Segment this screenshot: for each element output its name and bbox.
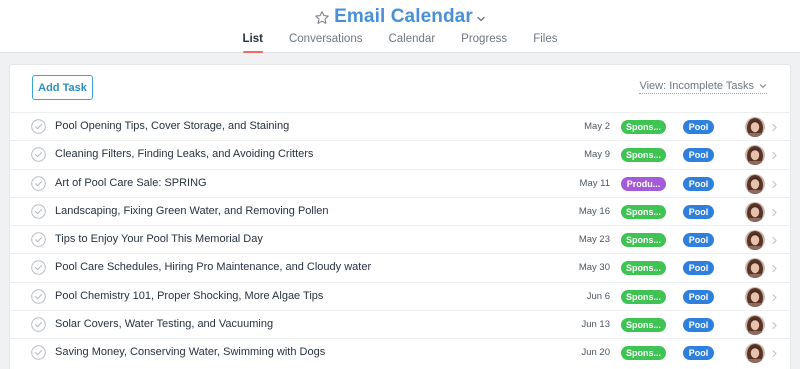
task-name[interactable]: Art of Pool Care Sale: SPRING xyxy=(55,177,207,189)
type-tag[interactable]: Spons... xyxy=(621,346,666,361)
type-tag[interactable]: Spons... xyxy=(621,261,666,276)
tab-calendar[interactable]: Calendar xyxy=(388,33,435,53)
chevron-right-icon[interactable] xyxy=(771,264,778,273)
tab-progress[interactable]: Progress xyxy=(461,33,507,53)
task-due-date[interactable]: Jun 20 xyxy=(581,347,610,358)
chevron-right-icon[interactable] xyxy=(771,349,778,358)
task-row[interactable]: Saving Money, Conserving Water, Swimming… xyxy=(10,338,790,366)
chevron-right-icon[interactable] xyxy=(771,293,778,302)
project-tag[interactable]: Pool xyxy=(683,289,714,304)
chevron-right-icon[interactable] xyxy=(771,236,778,245)
task-due-date[interactable]: Jun 6 xyxy=(587,291,610,302)
tab-files[interactable]: Files xyxy=(533,33,557,53)
task-due-date[interactable]: May 11 xyxy=(580,178,610,189)
project-tag[interactable]: Pool xyxy=(683,346,714,361)
task-name[interactable]: Tips to Enjoy Your Pool This Memorial Da… xyxy=(55,233,263,245)
task-row[interactable]: Pool Chemistry 101, Proper Shocking, Mor… xyxy=(10,281,790,310)
task-row[interactable]: Art of Pool Care Sale: SPRING May 11 Produ… xyxy=(10,168,790,197)
checkmark-circle-icon[interactable] xyxy=(31,204,46,219)
task-due-date[interactable]: Jun 13 xyxy=(581,319,610,330)
task-due-date[interactable]: May 9 xyxy=(584,149,610,160)
project-tag[interactable]: Pool xyxy=(683,204,714,219)
project-tag[interactable]: Pool xyxy=(683,176,714,191)
project-title[interactable]: Email Calendar xyxy=(334,6,473,28)
checkmark-circle-icon[interactable] xyxy=(31,232,46,247)
avatar[interactable] xyxy=(745,173,765,194)
type-tag[interactable]: Spons... xyxy=(621,148,666,163)
task-name[interactable]: Landscaping, Fixing Green Water, and Rem… xyxy=(55,205,329,217)
task-name[interactable]: Pool Opening Tips, Cover Storage, and St… xyxy=(55,120,289,132)
project-title-row: Email Calendar xyxy=(0,4,800,30)
project-tabs: List Conversations Calendar Progress Files xyxy=(0,33,800,53)
task-row[interactable]: Solar Covers, Water Testing, and Vacuumi… xyxy=(10,310,790,338)
task-row[interactable]: Tips to Enjoy Your Pool This Memorial Da… xyxy=(10,225,790,253)
checkmark-circle-icon[interactable] xyxy=(31,345,46,361)
type-tag[interactable]: Spons... xyxy=(621,120,666,134)
avatar[interactable] xyxy=(745,145,765,166)
task-name[interactable]: Solar Covers, Water Testing, and Vacuumi… xyxy=(55,318,273,330)
checkmark-circle-icon[interactable] xyxy=(31,288,46,304)
add-task-button[interactable]: Add Task xyxy=(32,75,93,100)
checkmark-circle-icon[interactable] xyxy=(31,147,46,163)
view-filter-label: View: Incomplete Tasks xyxy=(639,80,754,92)
type-tag[interactable]: Spons... xyxy=(621,318,666,333)
checkmark-circle-icon[interactable] xyxy=(31,260,46,276)
task-row[interactable]: Pool Care Schedules, Hiring Pro Maintena… xyxy=(10,253,790,281)
task-due-date[interactable]: May 16 xyxy=(579,206,610,217)
task-name[interactable]: Pool Chemistry 101, Proper Shocking, Mor… xyxy=(55,290,323,302)
chevron-right-icon[interactable] xyxy=(771,208,778,217)
type-tag[interactable]: Spons... xyxy=(621,233,666,248)
chevron-down-icon[interactable] xyxy=(476,14,486,24)
task-name[interactable]: Saving Money, Conserving Water, Swimming… xyxy=(55,346,325,358)
chevron-right-icon[interactable] xyxy=(771,180,778,189)
task-list-panel: Add Task View: Incomplete Tasks Pool Ope… xyxy=(9,64,791,369)
task-row[interactable]: Landscaping, Fixing Green Water, and Rem… xyxy=(10,196,790,225)
task-due-date[interactable]: May 30 xyxy=(579,262,610,273)
task-name[interactable]: Cleaning Filters, Finding Leaks, and Avo… xyxy=(55,148,313,160)
tab-conversations[interactable]: Conversations xyxy=(289,33,363,53)
chevron-right-icon[interactable] xyxy=(771,151,778,160)
project-tag[interactable]: Pool xyxy=(683,120,714,134)
task-row[interactable]: Cleaning Filters, Finding Leaks, and Avo… xyxy=(10,140,790,168)
type-tag[interactable]: Produ... xyxy=(621,176,666,191)
chevron-down-icon xyxy=(759,84,767,88)
chevron-right-icon[interactable] xyxy=(771,123,778,132)
checkmark-circle-icon[interactable] xyxy=(31,317,46,332)
avatar[interactable] xyxy=(745,286,765,307)
checkmark-circle-icon[interactable] xyxy=(31,119,46,134)
project-tag[interactable]: Pool xyxy=(683,318,714,333)
project-tag[interactable]: Pool xyxy=(683,233,714,248)
view-filter-dropdown[interactable]: View: Incomplete Tasks xyxy=(639,80,767,94)
task-name[interactable]: Pool Care Schedules, Hiring Pro Maintena… xyxy=(55,261,371,273)
task-due-date[interactable]: May 23 xyxy=(579,234,610,245)
project-header: Email Calendar List Conversations Calendar… xyxy=(0,0,800,53)
type-tag[interactable]: Spons... xyxy=(621,204,666,219)
star-icon[interactable] xyxy=(314,10,330,26)
chevron-right-icon[interactable] xyxy=(771,321,778,330)
checkmark-circle-icon[interactable] xyxy=(31,175,46,191)
avatar[interactable] xyxy=(745,258,765,279)
avatar[interactable] xyxy=(745,315,765,336)
project-tag[interactable]: Pool xyxy=(683,148,714,163)
type-tag[interactable]: Spons... xyxy=(621,289,666,304)
task-due-date[interactable]: May 2 xyxy=(584,121,610,132)
avatar[interactable] xyxy=(745,201,765,222)
avatar[interactable] xyxy=(745,230,765,251)
project-tag[interactable]: Pool xyxy=(683,261,714,276)
task-row[interactable]: Pool Opening Tips, Cover Storage, and St… xyxy=(10,112,790,140)
avatar[interactable] xyxy=(745,117,765,137)
tab-list[interactable]: List xyxy=(242,33,264,53)
task-list: Pool Opening Tips, Cover Storage, and St… xyxy=(10,112,790,367)
avatar[interactable] xyxy=(745,343,765,364)
